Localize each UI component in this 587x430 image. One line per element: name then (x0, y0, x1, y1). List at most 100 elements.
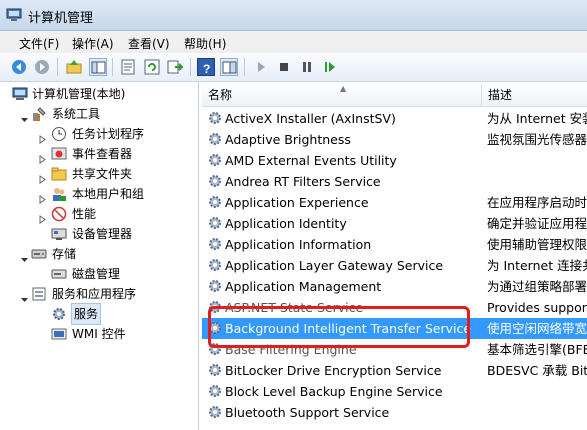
up-folder-icon[interactable] (65, 58, 83, 76)
service-name: Adaptive Brightness (225, 132, 351, 147)
sort-ascending-icon: ▲ (340, 84, 347, 93)
service-gear-icon (207, 173, 223, 189)
toolbar: ? (0, 53, 587, 82)
shared-folder-icon (51, 166, 67, 182)
service-description: 为通过组策略部署 (487, 279, 587, 294)
navigation-tree: 计算机管理(本地) 系统工具 任务计划程序 事件查看器 共享文件夹 本地用户和组… (0, 82, 199, 430)
computer-management-icon (6, 7, 22, 23)
list-header: ▲ 名称 描述 (202, 84, 587, 107)
menu-action[interactable]: 操作(A) (72, 35, 114, 52)
export-icon[interactable] (166, 58, 184, 76)
event-viewer-icon (51, 146, 67, 162)
service-gear-icon (207, 320, 223, 336)
properties-icon[interactable] (119, 58, 137, 76)
service-gear-icon (207, 110, 223, 126)
service-row[interactable]: Bluetooth Support Service (202, 402, 587, 423)
computer-icon (12, 86, 28, 102)
service-row[interactable]: Application Information 使用辅助管理权限 (202, 234, 587, 255)
service-gear-icon (207, 299, 223, 315)
service-name: Application Information (225, 237, 372, 252)
expand-icon[interactable] (38, 130, 47, 144)
service-name: Application Experience (225, 195, 369, 210)
service-description: 使用空闲网络带宽 (487, 321, 587, 336)
menu-view[interactable]: 查看(V) (128, 35, 170, 52)
tools-icon (31, 106, 47, 122)
performance-icon (51, 206, 67, 222)
service-row[interactable]: ActiveX Installer (AxInstSV) 为从 Internet … (202, 108, 587, 129)
service-name: BitLocker Drive Encryption Service (225, 363, 442, 378)
service-name: ActiveX Installer (AxInstSV) (225, 111, 396, 126)
service-row[interactable]: Block Level Backup Engine Service (202, 381, 587, 402)
collapse-icon[interactable] (20, 110, 29, 122)
service-description: Provides support (487, 300, 587, 315)
service-gear-icon (207, 194, 223, 210)
service-row[interactable]: BitLocker Drive Encryption Service BDESVC… (202, 360, 587, 381)
back-icon[interactable] (10, 58, 28, 76)
service-gear-icon (207, 362, 223, 378)
menu-help[interactable]: 帮助(H) (184, 35, 226, 52)
service-name: Application Management (225, 279, 382, 294)
users-icon (51, 186, 67, 202)
clock-icon (51, 126, 67, 142)
expand-icon[interactable] (38, 190, 47, 204)
service-name: Bluetooth Support Service (225, 405, 390, 420)
pause-icon[interactable] (298, 58, 316, 76)
disk-icon (51, 266, 67, 282)
service-name: Andrea RT Filters Service (225, 174, 381, 189)
service-gear-icon (207, 341, 223, 357)
service-row[interactable]: Andrea RT Filters Service (202, 171, 587, 192)
service-name: ASP.NET State Service (225, 300, 364, 315)
collapse-icon[interactable] (20, 290, 29, 302)
services-gear-icon (51, 306, 67, 322)
service-name: Application Identity (225, 216, 347, 231)
console-tree-icon[interactable] (220, 58, 238, 76)
service-row[interactable]: Application Experience 在应用程序启动时 (202, 192, 587, 213)
service-gear-icon (207, 278, 223, 294)
device-manager-icon (51, 226, 67, 242)
service-gear-icon (207, 152, 223, 168)
service-description: 为 Internet 连接共 (487, 258, 587, 273)
service-gear-icon (207, 383, 223, 399)
service-row[interactable]: AMD External Events Utility (202, 150, 587, 171)
svg-text:?: ? (203, 62, 210, 76)
service-description: 在应用程序启动时 (487, 195, 587, 210)
service-gear-icon (207, 236, 223, 252)
expand-icon[interactable] (38, 210, 47, 224)
service-row[interactable]: Adaptive Brightness 监视氛围光传感器 (202, 129, 587, 150)
help-icon[interactable]: ? (197, 58, 215, 76)
service-row[interactable]: ASP.NET State Service Provides support (202, 297, 587, 318)
service-description: 基本筛选引擎(BFE) (487, 342, 587, 357)
service-description: 监视氛围光传感器 (487, 132, 587, 147)
service-row[interactable]: Application Layer Gateway Service 为 Inter… (202, 255, 587, 276)
menu-file[interactable]: 文件(F) (19, 35, 59, 52)
show-tree-icon[interactable] (89, 58, 107, 76)
service-name: Background Intelligent Transfer Service (225, 321, 472, 336)
title-bar: 计算机管理 (0, 0, 587, 31)
service-description: 确定并验证应用程 (487, 216, 587, 231)
storage-icon (31, 246, 47, 262)
refresh-icon[interactable] (143, 58, 161, 76)
column-description[interactable]: 描述 (482, 84, 512, 106)
service-gear-icon (207, 404, 223, 420)
collapse-icon[interactable] (20, 250, 29, 262)
service-name: Block Level Backup Engine Service (225, 384, 443, 399)
service-gear-icon (207, 215, 223, 231)
service-row[interactable]: Base Filtering Engine 基本筛选引擎(BFE) (202, 339, 587, 360)
window-title: 计算机管理 (28, 11, 94, 26)
resume-icon[interactable] (321, 58, 339, 76)
services-list: ▲ 名称 描述 ActiveX Installer (AxInstSV) 为从 I… (202, 82, 587, 430)
service-row[interactable]: Application Management 为通过组策略部署 (202, 276, 587, 297)
menu-bar: 文件(F) 操作(A) 查看(V) 帮助(H) (0, 31, 587, 53)
expand-icon[interactable] (38, 170, 47, 184)
service-gear-icon (207, 131, 223, 147)
service-row[interactable]: Background Intelligent Transfer Service 使… (202, 318, 587, 339)
column-name[interactable]: 名称 (202, 84, 232, 106)
play-icon[interactable] (252, 58, 270, 76)
forward-icon[interactable] (33, 58, 51, 76)
stop-icon[interactable] (275, 58, 293, 76)
service-name: Base Filtering Engine (225, 342, 357, 357)
services-apps-icon (31, 286, 47, 302)
expand-icon[interactable] (38, 150, 47, 164)
service-name: Application Layer Gateway Service (225, 258, 444, 273)
service-row[interactable]: Application Identity 确定并验证应用程 (202, 213, 587, 234)
